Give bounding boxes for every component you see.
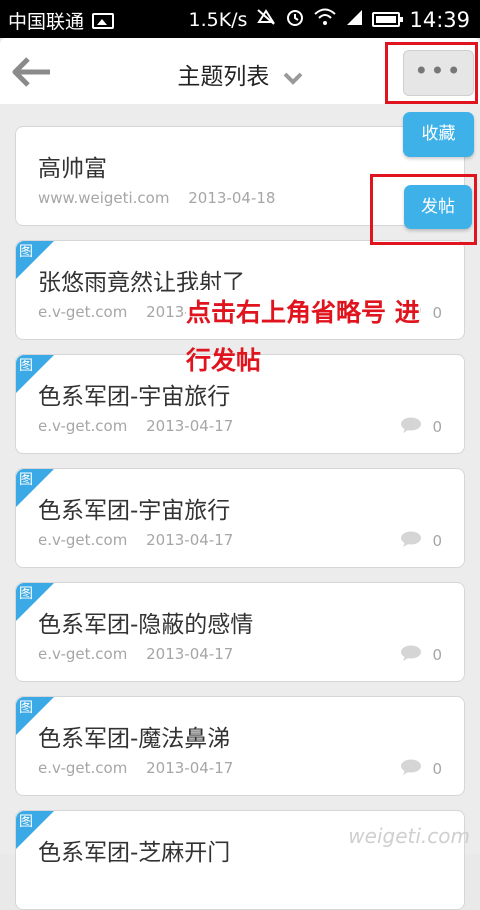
topic-title: 色系军团-魔法鼻涕 xyxy=(38,726,231,752)
topic-meta: e.v-get.com 2013-04-17 xyxy=(38,417,247,435)
topic-source: e.v-get.com xyxy=(38,417,128,435)
comment-bubble-icon xyxy=(400,645,422,665)
topic-card[interactable]: 图 色系军团-隐蔽的感情 e.v-get.com 2013-04-17 0 xyxy=(15,582,465,682)
topic-source: e.v-get.com xyxy=(38,303,128,321)
comment-count: 0 xyxy=(400,531,442,551)
topic-source: e.v-get.com xyxy=(38,531,128,549)
signal-icon xyxy=(345,8,363,31)
comment-count: 0 xyxy=(400,417,442,437)
topic-meta: e.v-get.com 2013-04-17 xyxy=(38,759,247,777)
watermark: weigeti.com xyxy=(348,824,470,848)
topic-title: 高帅富 xyxy=(38,156,107,182)
topic-date: 2013-04-17 xyxy=(146,417,234,435)
image-tag-label: 图 xyxy=(19,472,33,488)
image-tag-label: 图 xyxy=(19,700,33,716)
comment-count: 0 xyxy=(400,759,442,779)
annotation-line-1: 点击右上角省略号 进 xyxy=(186,290,420,336)
comment-count-value: 0 xyxy=(432,532,442,550)
mute-icon xyxy=(256,8,276,31)
topic-source: e.v-get.com xyxy=(38,645,128,663)
topic-title: 色系军团-隐蔽的感情 xyxy=(38,612,254,638)
battery-icon xyxy=(372,12,404,27)
page-title: 主题列表 xyxy=(177,64,270,90)
carrier-label: 中国联通 xyxy=(8,11,85,33)
topic-title: 色系军团-芝麻开门 xyxy=(38,840,231,866)
comment-bubble-icon xyxy=(400,417,422,437)
topic-date: 2013-04-17 xyxy=(146,645,234,663)
highlight-box-more xyxy=(385,42,478,104)
network-speed: 1.5K/s xyxy=(188,8,248,31)
topic-title: 色系军团-宇宙旅行 xyxy=(38,498,231,524)
topic-date: 2013-04-18 xyxy=(188,189,276,207)
image-tag-label: 图 xyxy=(19,358,33,374)
comment-count-value: 0 xyxy=(432,418,442,436)
favorite-button[interactable]: 收藏 xyxy=(403,112,474,157)
comment-bubble-icon xyxy=(400,759,422,779)
topic-date: 2013-04-17 xyxy=(146,531,234,549)
topic-source: www.weigeti.com xyxy=(38,189,170,207)
topic-card[interactable]: 图 色系军团-魔法鼻涕 e.v-get.com 2013-04-17 0 xyxy=(15,696,465,796)
topic-meta: www.weigeti.com 2013-04-18 xyxy=(38,189,289,207)
image-tag-label: 图 xyxy=(19,244,33,260)
topic-source: e.v-get.com xyxy=(38,759,128,777)
wifi-icon xyxy=(314,8,337,31)
image-tag-label: 图 xyxy=(19,586,33,602)
status-bar: 中国联通 1.5K/s 14:39 xyxy=(0,0,480,38)
alarm-icon xyxy=(285,7,305,32)
topic-date: 2013-04-17 xyxy=(146,759,234,777)
highlight-box-post xyxy=(370,174,477,245)
comment-count-value: 0 xyxy=(432,760,442,778)
topic-meta: e.v-get.com 2013-04-17 xyxy=(38,645,247,663)
chevron-down-icon xyxy=(283,65,303,91)
comment-count-value: 0 xyxy=(432,646,442,664)
topic-card[interactable]: 图 色系军团-宇宙旅行 e.v-get.com 2013-04-17 0 xyxy=(15,468,465,568)
topic-meta: e.v-get.com 2013-04-17 xyxy=(38,531,247,549)
image-tag-label: 图 xyxy=(19,814,33,830)
comment-bubble-icon xyxy=(400,531,422,551)
clock: 14:39 xyxy=(409,7,470,32)
comment-count: 0 xyxy=(400,645,442,665)
comment-count-value: 0 xyxy=(432,304,442,322)
annotation-line-2: 行发帖 xyxy=(186,346,262,375)
image-notification-icon xyxy=(92,12,115,29)
